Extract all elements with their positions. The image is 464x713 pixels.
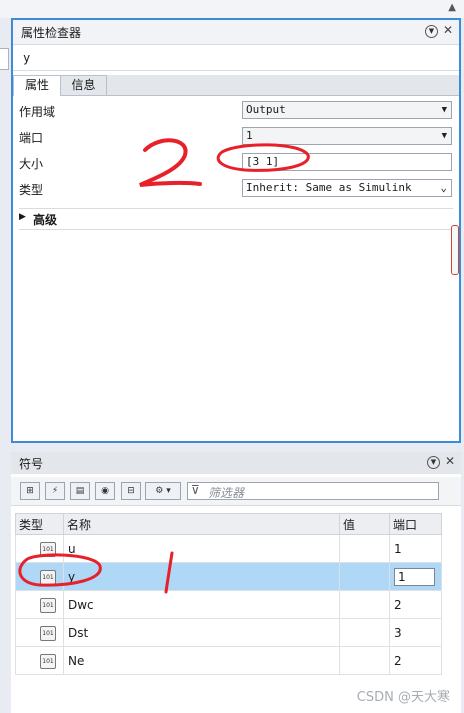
add-data-icon[interactable]: ⊞ [20,482,40,500]
table-header: 类型 名称 值 端口 [15,513,442,535]
table-row[interactable]: 101 u 1 [15,534,442,563]
column-port[interactable]: 端口 [389,513,442,535]
size-label: 大小 [19,157,44,171]
top-strip: ▲ [0,0,464,18]
symbol-name: u [63,534,340,563]
watermark: CSDN @天大寒 [356,690,450,705]
scope-value: Output [246,103,286,116]
symbol-name: Dst [63,618,340,647]
size-value: [3 1] [246,155,280,168]
scope-label: 作用域 [19,105,56,119]
symbol-value[interactable] [339,562,390,591]
type-value: Inherit: Same as Simulink [246,181,412,194]
tab-properties[interactable]: 属性 [13,75,61,96]
close-icon[interactable]: ✕ [445,454,455,468]
symbol-value[interactable] [339,646,390,675]
input-data-icon: 101 [40,626,56,641]
scrollbar-thumb[interactable] [451,225,459,275]
block-name: y [23,51,31,65]
block-name-field: y [13,46,459,71]
filter-placeholder: 筛选器 [208,486,245,500]
port-label: 端口 [19,131,44,145]
size-input[interactable]: [3 1] [242,153,452,171]
symbol-port[interactable]: 3 [389,618,442,647]
symbols-header: 符号 ▼ ✕ [11,452,461,474]
property-inspector-panel: 属性检查器 ▼ ✕ y 属性 信息 作用域 Output ▼ 端口 1 ▼ 大小… [11,18,461,443]
table-row-selected[interactable]: 101 y 1 [15,562,442,591]
hierarchy-icon[interactable]: ⊟ [121,482,141,500]
type-select[interactable]: Inherit: Same as Simulink ⌄ [242,179,452,197]
symbol-value[interactable] [339,590,390,619]
scope-select[interactable]: Output ▼ [242,101,452,119]
symbols-toolbar: ⊞ ⚡ ▤ ◉ ⊟ ⚙ ▾ ⊽ 筛选器 [11,477,461,506]
tab-bar: 属性 信息 [13,75,459,96]
symbol-port[interactable]: 1 [389,534,442,563]
panel-menu-icon[interactable]: ▼ [425,25,438,38]
port-edit-field[interactable]: 1 [394,567,435,586]
type-label: 类型 [19,183,44,197]
close-icon[interactable]: ✕ [443,23,453,37]
settings-dropdown-icon[interactable]: ⚙ ▾ [145,482,181,500]
expand-triangle-icon[interactable]: ▶ [19,212,26,222]
symbol-port[interactable]: 2 [389,590,442,619]
add-event-icon[interactable]: ⚡ [45,482,65,500]
tab-info[interactable]: 信息 [60,75,107,95]
column-value[interactable]: 值 [339,513,390,535]
column-type[interactable]: 类型 [15,513,64,535]
symbols-panel: 符号 ▼ ✕ ⊞ ⚡ ▤ ◉ ⊟ ⚙ ▾ ⊽ 筛选器 类型 名称 值 端口 10… [11,452,461,713]
symbol-value[interactable] [339,534,390,563]
symbol-name: Ne [63,646,340,675]
symbol-name: Dwc [63,590,340,619]
input-data-icon: 101 [40,598,56,613]
table-row[interactable]: 101 Dwc 2 [15,590,442,619]
resolve-symbols-icon[interactable]: ◉ [95,482,115,500]
advanced-section[interactable]: ▶ 高级 [19,208,453,230]
dropdown-arrow-icon: ▼ [441,105,447,115]
property-inspector-title: 属性检查器 [21,26,82,40]
add-message-icon[interactable]: ▤ [70,482,90,500]
advanced-label: 高级 [33,213,58,227]
filter-icon: ⊽ [191,483,200,497]
property-inspector-header: 属性检查器 ▼ ✕ [13,20,459,45]
chevron-down-icon: ⌄ [440,181,447,194]
dropdown-arrow-icon: ▼ [441,131,447,141]
symbol-value[interactable] [339,618,390,647]
symbols-table: 类型 名称 值 端口 101 u 1 101 y 1 101 Dwc 2 101… [15,513,442,675]
symbol-name: y [63,562,340,591]
column-name[interactable]: 名称 [63,513,340,535]
symbols-title: 符号 [19,457,44,471]
output-data-icon: 101 [40,570,56,585]
symbol-port[interactable]: 2 [389,646,442,675]
output-data-icon: 101 [40,654,56,669]
table-row[interactable]: 101 Ne 2 [15,646,442,675]
input-data-icon: 101 [40,542,56,557]
port-select[interactable]: 1 ▼ [242,127,452,145]
port-value: 1 [246,129,253,142]
filter-input[interactable]: ⊽ 筛选器 [187,482,439,500]
panel-menu-icon[interactable]: ▼ [427,456,440,469]
left-panel-edge [0,48,9,70]
collapse-up-icon[interactable]: ▲ [448,2,456,13]
table-row[interactable]: 101 Dst 3 [15,618,442,647]
